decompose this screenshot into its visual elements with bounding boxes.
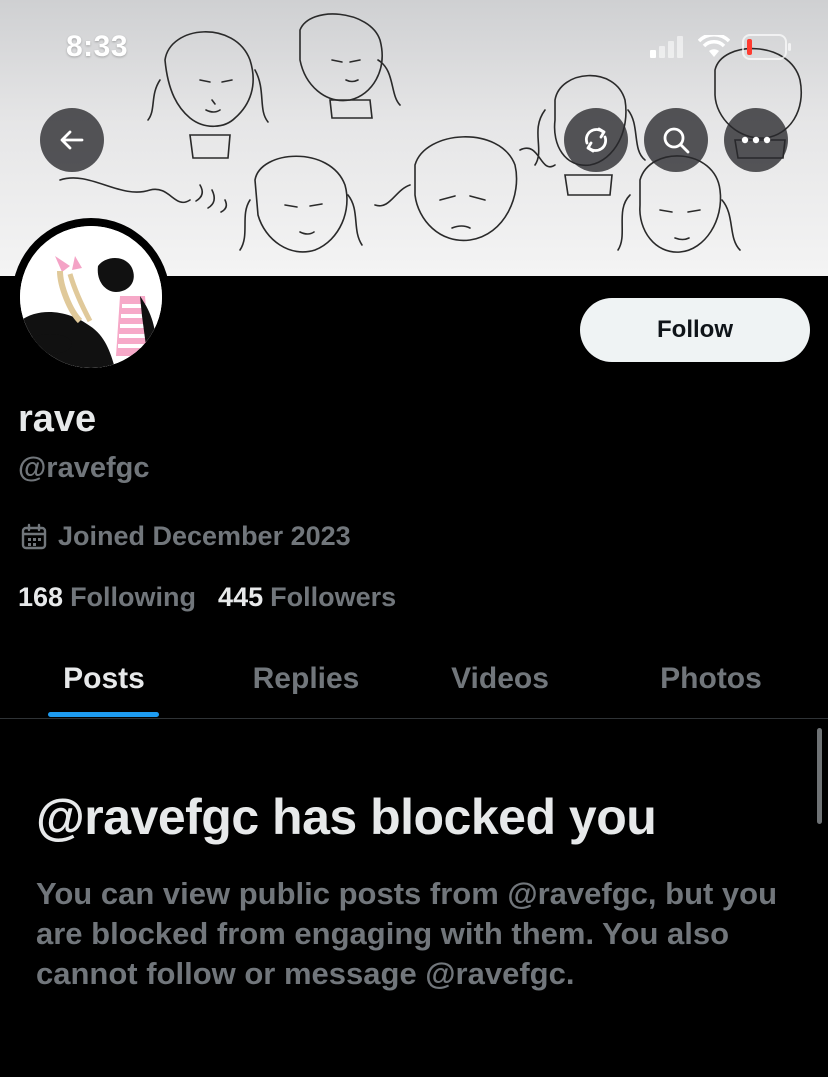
followers-label: Followers (270, 582, 397, 612)
search-icon (663, 127, 690, 154)
sync-icon (585, 127, 607, 153)
tab-posts[interactable]: Posts (44, 640, 164, 718)
blocked-description: You can view public posts from @ravefgc,… (36, 876, 778, 991)
search-button[interactable] (644, 108, 708, 172)
blocked-title: @ravefgc has blocked you (36, 789, 657, 845)
wifi-icon (698, 35, 730, 57)
back-button[interactable] (40, 108, 104, 172)
profile-tabs: Posts Replies Videos Photos (0, 640, 828, 719)
signal-icon (650, 36, 683, 58)
following-count: 168 (18, 582, 64, 612)
followers-stat[interactable]: 445 Followers (218, 582, 396, 613)
back-arrow-icon (60, 130, 84, 150)
sync-button[interactable] (564, 108, 628, 172)
follow-stats: 168 Following 445 Followers (18, 582, 396, 613)
tab-videos[interactable]: Videos (432, 640, 568, 718)
tab-replies[interactable]: Replies (236, 640, 376, 718)
more-button[interactable] (724, 108, 788, 172)
more-icon (741, 136, 771, 144)
profile-handle: @ravefgc (18, 452, 150, 484)
status-bar: 8:33 (0, 0, 828, 96)
joined-text: Joined December 2023 (58, 521, 351, 551)
tab-photos[interactable]: Photos (640, 640, 782, 718)
following-label: Following (70, 582, 197, 612)
profile-name: rave (18, 398, 97, 440)
joined-date: Joined December 2023 (20, 521, 351, 552)
profile-avatar[interactable] (12, 218, 170, 376)
avatar-image (20, 226, 162, 368)
battery-low-icon (742, 34, 791, 60)
calendar-icon (21, 523, 47, 549)
scrollbar[interactable] (817, 728, 822, 824)
followers-count: 445 (218, 582, 264, 612)
status-icons (650, 34, 792, 60)
following-stat[interactable]: 168 Following (18, 582, 196, 613)
status-time: 8:33 (66, 30, 129, 63)
follow-button[interactable]: Follow (580, 298, 810, 362)
active-tab-indicator (48, 712, 159, 717)
